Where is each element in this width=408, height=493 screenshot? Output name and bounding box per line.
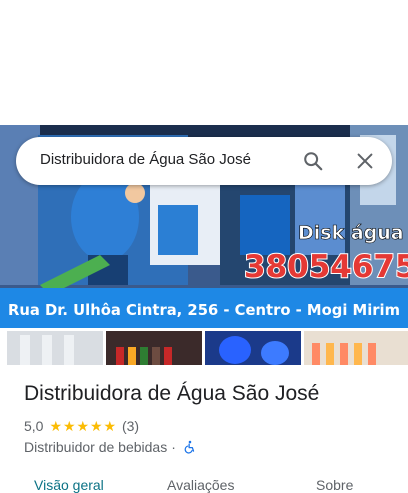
rating-value: 5,0 [24,418,44,434]
sign-disk-agua: Disk água [298,222,404,244]
banner-address: Rua Dr. Ulhôa Cintra, 256 - Centro - Mog… [8,301,400,319]
place-tabs: Visão geral Avaliações Sobre [0,473,408,493]
place-details-sheet: Distribuidora de Água São José 5,0 ★ ★ ★… [0,365,408,493]
star-icon: ★ [103,418,117,434]
place-category: Distribuidor de bebidas [24,439,168,455]
search-icon[interactable] [302,150,324,172]
place-title: Distribuidora de Água São José [24,382,320,405]
search-input[interactable]: Distribuidora de Água São José [40,151,251,168]
separator: · [171,439,176,455]
rating-row[interactable]: 5,0 ★ ★ ★ ★ ★ (3) [24,417,139,435]
wheelchair-accessible-icon [184,440,195,454]
sign-phone: 38054675 [244,249,408,285]
tab-reviews[interactable]: Avaliações [167,477,234,493]
close-icon[interactable] [354,150,376,172]
star-rating: ★ ★ ★ ★ ★ [49,419,117,433]
review-count[interactable]: (3) [122,418,139,434]
category-row: Distribuidor de bebidas · [24,438,197,456]
star-icon: ★ [49,418,63,434]
top-blank-area [0,0,408,125]
star-icon: ★ [62,418,76,434]
star-icon: ★ [89,418,103,434]
tab-overview[interactable]: Visão geral [34,477,104,493]
star-icon: ★ [76,418,90,434]
tab-about[interactable]: Sobre [316,477,353,493]
search-bar[interactable]: Distribuidora de Água São José [16,137,392,185]
